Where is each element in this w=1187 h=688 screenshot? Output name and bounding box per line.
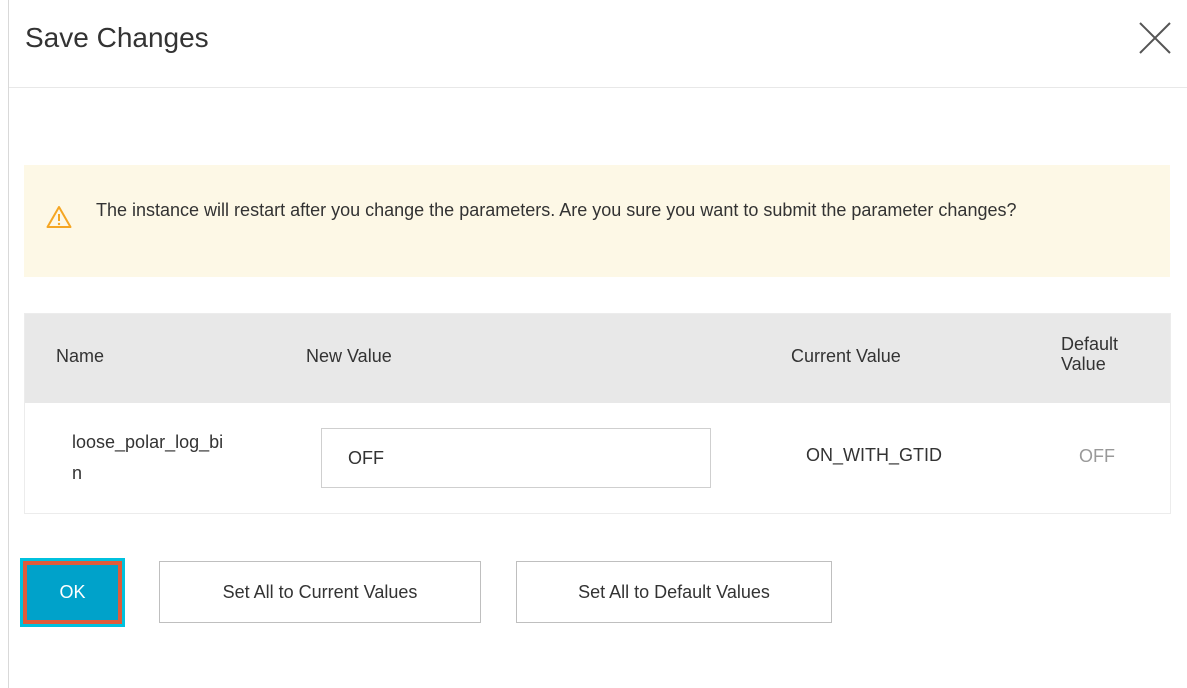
parameter-table: Name New Value Current Value Default Val… <box>24 313 1171 514</box>
alert-message: The instance will restart after you chan… <box>96 200 1017 220</box>
ok-button[interactable]: OK <box>20 558 125 627</box>
column-header-default-value: Default Value <box>1061 334 1119 374</box>
close-button[interactable] <box>1137 20 1173 56</box>
save-changes-dialog: Save Changes The instance will restart a… <box>8 0 1187 688</box>
current-value: ON_WITH_GTID <box>806 445 943 465</box>
set-all-to-current-values-button[interactable]: Set All to Current Values <box>159 561 481 623</box>
parameter-name: loose_polar_log_bin <box>72 432 224 483</box>
set-all-to-default-values-button[interactable]: Set All to Default Values <box>516 561 832 623</box>
column-header-current-value: Current Value <box>791 346 901 366</box>
column-header-new-value: New Value <box>306 346 392 366</box>
new-value-input[interactable] <box>321 428 711 488</box>
restart-warning-alert: The instance will restart after you chan… <box>24 165 1170 277</box>
table-header: Name New Value Current Value Default Val… <box>25 314 1170 403</box>
close-icon <box>1139 22 1171 54</box>
default-value: OFF <box>1079 446 1115 466</box>
dialog-header: Save Changes <box>9 0 1187 88</box>
warning-icon <box>46 206 72 228</box>
column-header-name: Name <box>56 346 105 366</box>
table-row: loose_polar_log_bin ON_WITH_GTID OFF <box>25 403 1170 513</box>
dialog-title: Save Changes <box>25 22 209 53</box>
